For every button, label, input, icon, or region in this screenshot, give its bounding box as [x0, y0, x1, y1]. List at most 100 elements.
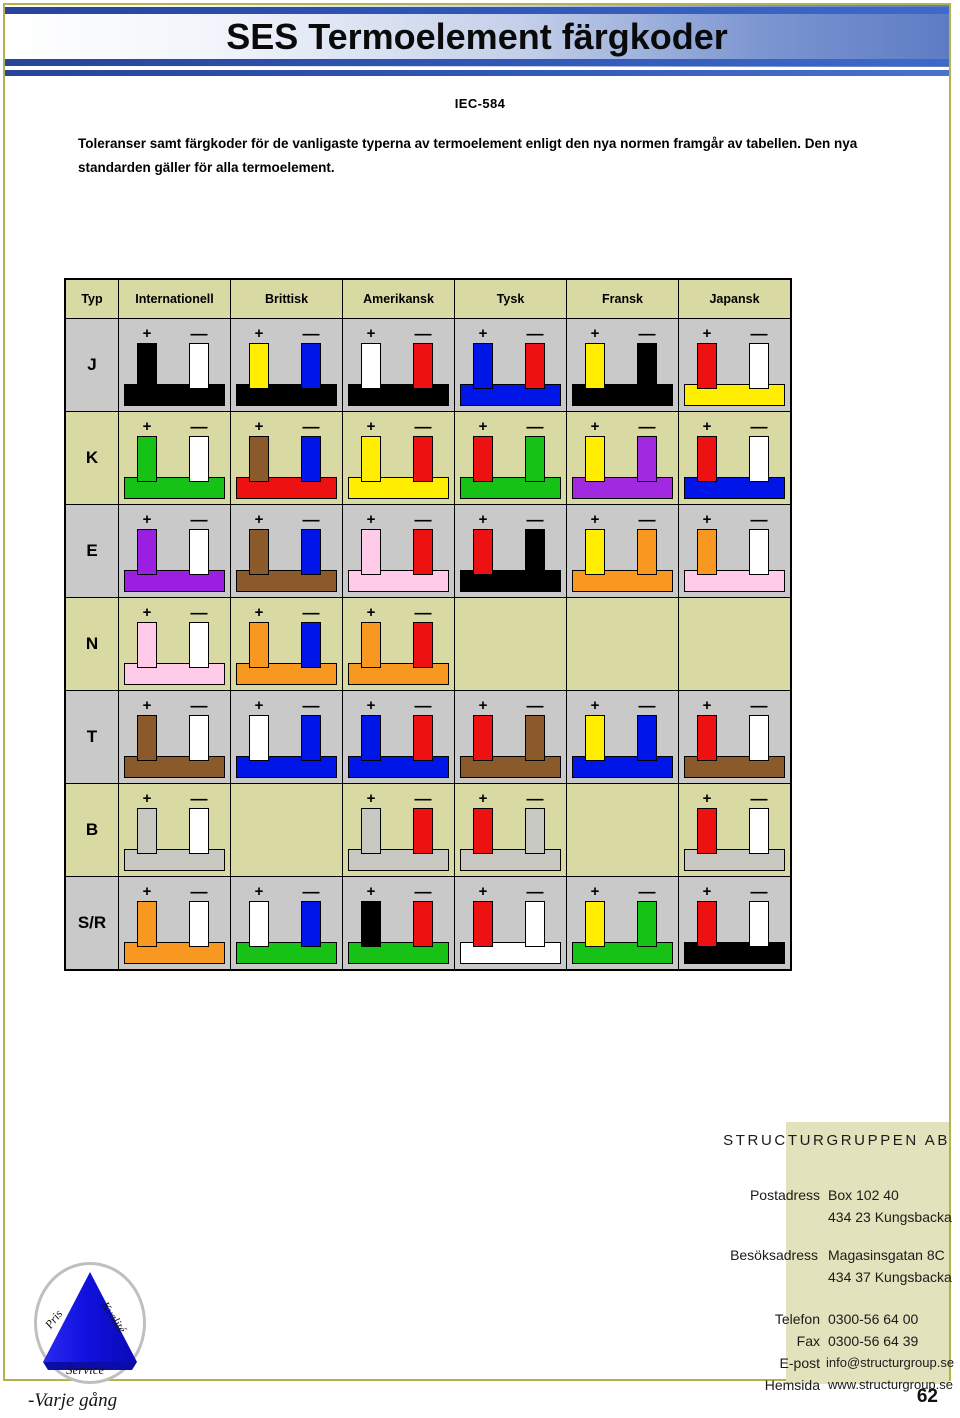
positive-conductor — [473, 808, 493, 854]
negative-conductor — [301, 901, 321, 947]
positive-conductor — [697, 715, 717, 761]
positive-conductor — [137, 343, 157, 389]
connector-diagram: + — — [458, 418, 563, 501]
connector-diagram: + — — [346, 696, 451, 780]
telefon-value: 0300-56 64 00 — [828, 1311, 919, 1327]
type-cell-k: K — [64, 411, 119, 505]
color-code-cell-e-japansk: + — — [678, 504, 792, 598]
negative-conductor — [637, 715, 657, 761]
positive-conductor — [137, 622, 157, 668]
negative-conductor — [525, 808, 545, 854]
positive-conductor — [697, 901, 717, 947]
minus-sign: — — [190, 789, 208, 808]
negative-conductor — [637, 529, 657, 575]
connector-diagram: + — — [682, 510, 787, 594]
plus-sign: + — [478, 325, 488, 342]
hemsida-label: Hemsida — [764, 1377, 820, 1393]
color-code-cell-k-japansk: + — — [678, 411, 792, 505]
color-code-cell-s-r-internationell: + — — [118, 876, 231, 971]
minus-sign: — — [638, 417, 656, 436]
connector-diagram: + — — [122, 789, 227, 873]
minus-sign: — — [414, 417, 432, 436]
plus-sign: + — [142, 325, 152, 342]
table-row: S/R + — + — + — + — + — + — — [64, 876, 792, 971]
positive-conductor — [361, 343, 381, 389]
color-code-cell-j-internationell: + — — [118, 318, 231, 412]
epost-value[interactable]: info@structurgroup.se — [826, 1352, 960, 1374]
plus-sign: + — [702, 325, 712, 342]
positive-conductor — [361, 529, 381, 575]
minus-sign: — — [190, 603, 208, 622]
plus-sign: + — [478, 697, 488, 714]
minus-sign: — — [302, 882, 320, 901]
positive-conductor — [585, 436, 605, 482]
negative-conductor — [301, 622, 321, 668]
color-code-cell-t-tysk: + — — [454, 690, 567, 784]
plus-sign: + — [366, 511, 376, 528]
connector-diagram: + — — [570, 324, 675, 408]
table-body: J + — + — + — + — + — + — K + — + — + — + — + — + — E + — + — + — + — + — + — N… — [64, 318, 792, 971]
color-code-cell-n-japansk: +— — [678, 597, 792, 691]
minus-sign: — — [302, 417, 320, 436]
negative-conductor — [189, 529, 209, 575]
title-banner: SES Termoelement färgkoder — [5, 5, 949, 67]
minus-sign: — — [414, 603, 432, 622]
negative-conductor — [301, 529, 321, 575]
connector-diagram: + — — [682, 324, 787, 408]
connector-diagram: + — — [458, 511, 563, 594]
negative-conductor — [749, 436, 769, 482]
negative-conductor — [301, 436, 321, 482]
plus-sign: + — [142, 790, 152, 807]
minus-sign: — — [750, 324, 768, 343]
color-code-cell-k-fransk: + — — [566, 411, 679, 505]
negative-conductor — [637, 436, 657, 482]
plus-sign: + — [142, 511, 152, 528]
negative-conductor — [637, 901, 657, 947]
plus-sign: + — [590, 418, 600, 435]
color-code-cell-k-brittisk: + — — [230, 411, 343, 505]
minus-sign: — — [302, 324, 320, 343]
column-header-japansk: Japansk — [678, 278, 792, 319]
type-cell-e: E — [64, 504, 119, 598]
banner-stripe-bottom — [5, 59, 949, 66]
positive-conductor — [249, 529, 269, 575]
plus-sign: + — [254, 697, 264, 714]
column-header-brittisk: Brittisk — [230, 278, 343, 319]
connector-diagram: + — — [570, 511, 675, 594]
minus-sign: — — [190, 510, 208, 529]
plus-sign: + — [366, 790, 376, 807]
minus-sign: — — [414, 696, 432, 715]
color-code-cell-b-fransk: +— — [566, 783, 679, 877]
negative-conductor — [413, 901, 433, 947]
connector-diagram: + — — [682, 790, 787, 873]
type-cell-n: N — [64, 597, 119, 691]
type-cell-j: J — [64, 318, 119, 412]
positive-conductor — [585, 901, 605, 947]
minus-sign: — — [638, 324, 656, 343]
positive-conductor — [473, 529, 493, 575]
color-code-cell-k-amerikansk: + — — [342, 411, 455, 505]
positive-conductor — [473, 901, 493, 947]
connector-diagram: + — — [346, 603, 451, 687]
color-code-cell-b-tysk: + — — [454, 783, 567, 877]
minus-sign: — — [190, 417, 208, 436]
connector-diagram: + — — [122, 325, 227, 408]
connector-diagram: + — — [570, 883, 675, 966]
minus-sign: — — [190, 882, 208, 901]
color-code-cell-b-internationell: + — — [118, 783, 231, 877]
positive-conductor — [585, 343, 605, 389]
color-code-cell-j-tysk: + — — [454, 318, 567, 412]
column-header-fransk: Fransk — [566, 278, 679, 319]
hemsida-value[interactable]: www.structurgroup.se — [828, 1374, 960, 1396]
plus-sign: + — [142, 604, 152, 621]
color-code-cell-t-brittisk: + — — [230, 690, 343, 784]
color-code-cell-t-fransk: + — — [566, 690, 679, 784]
negative-conductor — [189, 622, 209, 668]
connector-diagram: + — — [346, 417, 451, 501]
positive-conductor — [473, 436, 493, 482]
positive-conductor — [137, 715, 157, 761]
color-code-cell-t-amerikansk: + — — [342, 690, 455, 784]
column-header-tysk: Tysk — [454, 278, 567, 319]
minus-sign: — — [750, 510, 768, 529]
positive-conductor — [697, 808, 717, 854]
